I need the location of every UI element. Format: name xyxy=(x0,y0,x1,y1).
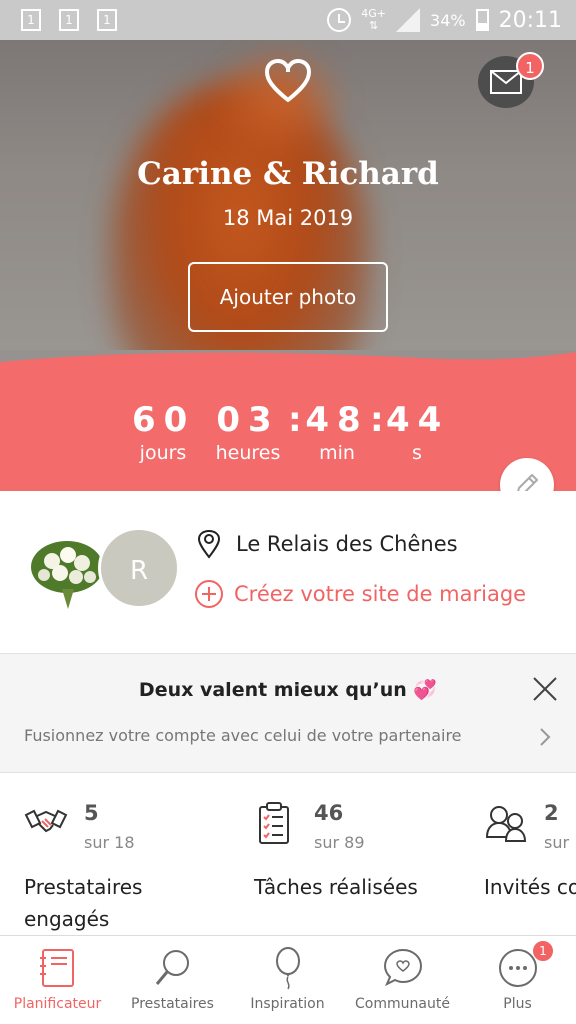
stat-vendors-label: Prestataires engagés xyxy=(24,875,143,931)
stat-vendors-total: sur 18 xyxy=(84,833,135,852)
battery-percent: 34% xyxy=(430,10,466,30)
chat-heart-icon xyxy=(383,948,423,987)
create-site-link[interactable]: Créez votre site de mariage xyxy=(194,579,526,609)
inbox-badge: 1 xyxy=(516,52,544,80)
heart-logo-icon xyxy=(265,59,311,102)
battery-icon xyxy=(475,9,489,31)
alarm-icon xyxy=(327,8,352,32)
countdown-days-label: jours xyxy=(139,442,187,464)
chevron-right-icon xyxy=(540,728,551,746)
location-pin-icon xyxy=(197,529,221,559)
countdown-minutes: 48 min xyxy=(304,400,370,464)
notification-icon: 1 xyxy=(21,9,41,31)
mail-icon xyxy=(490,70,522,94)
network-indicator: 4G+ ⇅ xyxy=(361,7,387,32)
nav-label: Planificateur xyxy=(13,996,102,1012)
countdown-separator: : xyxy=(370,400,384,440)
nav-label: Inspiration xyxy=(250,996,325,1012)
clock: 20:11 xyxy=(498,7,562,33)
countdown-seconds: 44 s xyxy=(386,400,448,464)
merge-account-banner[interactable]: Deux valent mieux qu’un 💞 Fusionnez votr… xyxy=(0,653,576,773)
nav-label: Communauté xyxy=(355,996,450,1012)
nav-plus-badge: 1 xyxy=(532,940,554,962)
countdown-seconds-label: s xyxy=(412,442,422,464)
wedding-date: 18 Mai 2019 xyxy=(222,206,354,230)
add-photo-button[interactable]: Ajouter photo xyxy=(188,262,388,332)
notification-icon: 1 xyxy=(97,9,117,31)
nav-plus[interactable]: 1 Plus xyxy=(460,936,575,1024)
stat-guests-label: Invités confirmés xyxy=(484,875,576,899)
status-bar: 1 1 1 4G+ ⇅ 34% 20:11 xyxy=(0,0,576,40)
stat-tasks-label: Tâches réalisées xyxy=(254,875,418,899)
checklist-icon xyxy=(259,802,289,844)
notification-icon: 1 xyxy=(59,9,79,31)
countdown-hours-value: 03 xyxy=(216,400,280,440)
search-icon xyxy=(155,950,189,985)
countdown-minutes-value: 48 xyxy=(305,400,369,440)
countdown-seconds-value: 44 xyxy=(386,400,450,440)
stat-tasks-total: sur 89 xyxy=(314,833,365,852)
stat-vendors-count: 5 xyxy=(84,801,99,825)
countdown-days: 60 jours xyxy=(132,400,194,464)
nav-label: Prestataires xyxy=(131,996,214,1012)
nav-planificateur[interactable]: Planificateur xyxy=(0,936,115,1024)
nav-prestataires[interactable]: Prestataires xyxy=(115,936,230,1024)
planner-icon xyxy=(40,949,74,987)
balloon-icon xyxy=(276,947,300,990)
nav-inspiration[interactable]: Inspiration xyxy=(230,936,345,1024)
venue-section: R Le Relais des Chênes Créez votre site … xyxy=(0,491,576,653)
countdown-hours: 03 heures xyxy=(212,400,284,464)
guests-icon xyxy=(485,806,527,842)
handshake-icon xyxy=(24,809,68,833)
countdown-panel: 60 jours 03 heures : 48 min : 44 s xyxy=(0,350,576,491)
venue-link[interactable]: Le Relais des Chênes xyxy=(196,529,458,559)
countdown-days-value: 60 xyxy=(132,400,196,440)
stat-guests-count: 2 xyxy=(544,801,559,825)
signal-icon xyxy=(396,8,421,32)
countdown-separator: : xyxy=(288,400,302,440)
nav-label: Plus xyxy=(503,996,532,1012)
partner-avatar[interactable]: R xyxy=(98,527,180,609)
stat-tasks-count: 46 xyxy=(314,801,344,825)
wave-divider xyxy=(0,350,576,362)
stat-guests-total: sur xyxy=(544,833,570,852)
venue-name: Le Relais des Chênes xyxy=(236,532,458,556)
countdown-minutes-label: min xyxy=(319,442,355,464)
nav-communaute[interactable]: Communauté xyxy=(345,936,460,1024)
merge-banner-title: Deux valent mieux qu’un 💞 xyxy=(138,679,438,701)
bottom-navigation: Planificateur Prestataires Inspiration C… xyxy=(0,935,576,1024)
stats-section: 5 sur 18 Prestataires engagés 46 sur 89 … xyxy=(0,773,576,936)
couple-names: Carine & Richard xyxy=(137,156,439,192)
create-site-label: Créez votre site de mariage xyxy=(234,582,527,606)
close-icon[interactable] xyxy=(530,674,560,704)
add-circle-icon xyxy=(195,580,223,608)
merge-banner-subtitle: Fusionnez votre compte avec celui de vot… xyxy=(24,726,462,745)
countdown-hours-label: heures xyxy=(215,442,281,464)
